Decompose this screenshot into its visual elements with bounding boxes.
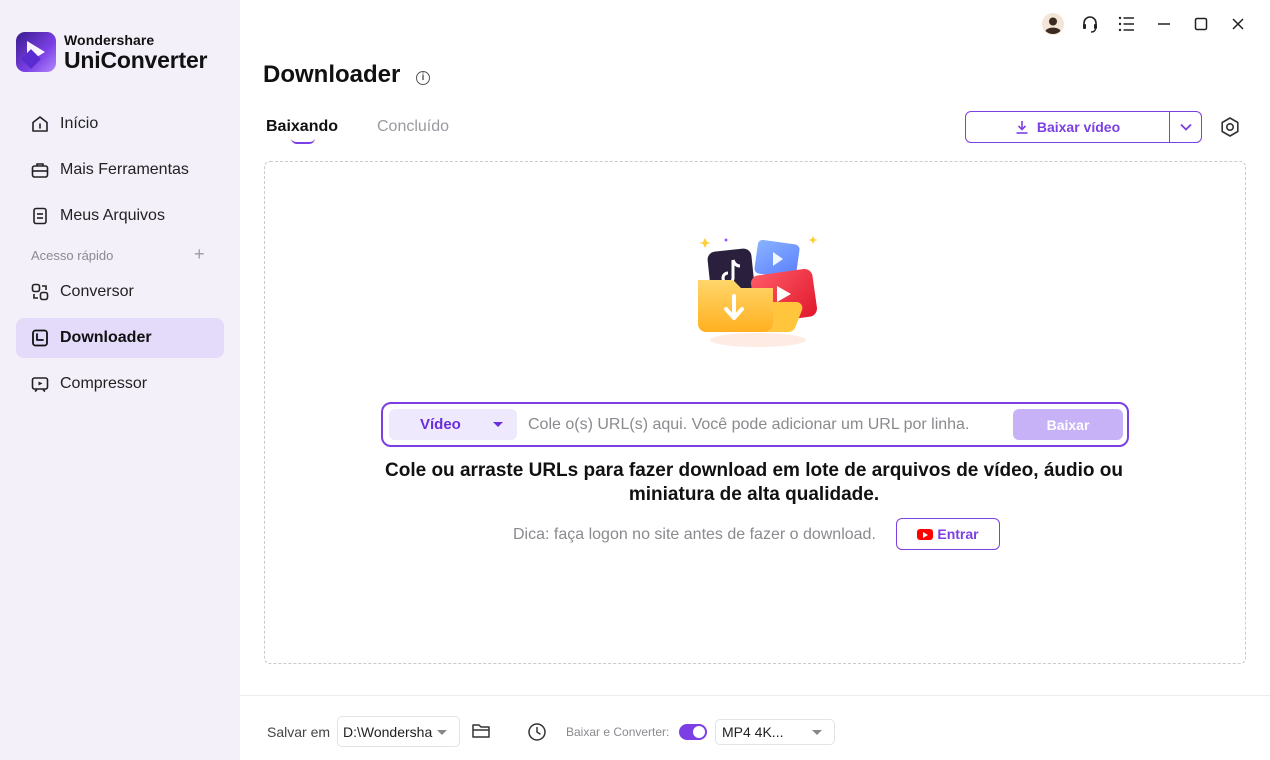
active-tab-indicator bbox=[291, 138, 315, 144]
toolbox-icon bbox=[30, 160, 50, 180]
download-convert-label: Baixar e Converter: bbox=[566, 725, 670, 739]
download-icon bbox=[1016, 121, 1028, 134]
caret-down-icon bbox=[437, 730, 447, 735]
minimize-icon[interactable] bbox=[1145, 10, 1182, 38]
open-folder-icon[interactable] bbox=[471, 722, 491, 740]
home-icon bbox=[30, 114, 50, 134]
sidebar-item-label: Downloader bbox=[60, 329, 152, 346]
sidebar-item-label: Mais Ferramentas bbox=[60, 161, 189, 178]
account-avatar-icon[interactable] bbox=[1034, 10, 1071, 38]
save-path-select[interactable]: D:\Wondersha bbox=[337, 716, 460, 747]
sidebar-item-conversor[interactable]: Conversor bbox=[16, 272, 224, 312]
download-illustration-icon bbox=[693, 232, 823, 352]
caret-down-icon bbox=[812, 730, 822, 735]
sidebar-item-mais-ferramentas[interactable]: Mais Ferramentas bbox=[16, 150, 224, 190]
menu-icon[interactable] bbox=[1108, 10, 1145, 38]
download-options-dropdown[interactable] bbox=[1170, 112, 1201, 142]
instructions-line-2: miniatura de alta qualidade. bbox=[628, 484, 880, 505]
instructions-line-1: Cole ou arraste URLs para fazer download… bbox=[385, 460, 1123, 481]
settings-gear-icon[interactable] bbox=[1219, 116, 1241, 138]
quick-access-label: Acesso rápido bbox=[31, 248, 114, 263]
sidebar-item-label: Meus Arquivos bbox=[60, 207, 165, 224]
youtube-icon bbox=[917, 528, 934, 540]
close-icon[interactable] bbox=[1219, 10, 1256, 38]
footer-divider bbox=[240, 695, 1270, 696]
media-type-select[interactable]: Vídeo bbox=[389, 409, 517, 440]
sidebar-item-inicio[interactable]: Início bbox=[16, 104, 224, 144]
url-input[interactable] bbox=[528, 410, 1008, 440]
tab-concluido[interactable]: Concluído bbox=[377, 118, 449, 136]
download-video-split-button: Baixar vídeo bbox=[965, 111, 1202, 143]
brand: Wondershare UniConverter bbox=[16, 32, 207, 72]
sidebar-item-label: Compressor bbox=[60, 375, 148, 392]
support-headset-icon[interactable] bbox=[1071, 10, 1108, 38]
sidebar-item-label: Início bbox=[60, 115, 99, 132]
sidebar-item-downloader[interactable]: Downloader bbox=[16, 318, 224, 358]
media-type-value: Vídeo bbox=[420, 416, 461, 433]
save-location-label: Salvar em bbox=[267, 724, 331, 740]
page-title: Downloader bbox=[263, 61, 401, 88]
schedule-clock-icon[interactable] bbox=[527, 722, 547, 742]
instructions-text: Cole ou arraste URLs para fazer download… bbox=[300, 459, 1208, 507]
brand-subtitle: Wondershare bbox=[64, 31, 155, 48]
sidebar-item-meus-arquivos[interactable]: Meus Arquivos bbox=[16, 196, 224, 236]
output-format-select[interactable]: MP4 4K... bbox=[715, 719, 835, 745]
sidebar-item-compressor[interactable]: Compressor bbox=[16, 364, 224, 404]
brand-title: UniConverter bbox=[64, 46, 208, 73]
save-path-value: D:\Wondersha bbox=[343, 723, 433, 740]
compressor-icon bbox=[30, 374, 50, 394]
download-video-button[interactable]: Baixar vídeo bbox=[966, 112, 1170, 142]
caret-down-icon bbox=[493, 422, 503, 427]
info-icon[interactable]: i bbox=[416, 71, 430, 85]
window-controls bbox=[1034, 10, 1256, 38]
sidebar: Wondershare UniConverter Início Mais Fer… bbox=[0, 0, 240, 760]
sidebar-item-label: Conversor bbox=[60, 283, 134, 300]
url-input-bar: Vídeo Baixar bbox=[381, 402, 1129, 447]
chevron-down-icon bbox=[1179, 123, 1192, 131]
login-tip-text: Dica: faça logon no site antes de fazer … bbox=[513, 526, 876, 543]
converter-icon bbox=[30, 282, 50, 302]
download-video-label: Baixar vídeo bbox=[1036, 119, 1121, 135]
add-quick-access-icon[interactable]: + bbox=[194, 245, 205, 263]
uniconverter-logo-icon bbox=[16, 32, 56, 72]
tab-baixando[interactable]: Baixando bbox=[266, 118, 338, 136]
downloader-icon bbox=[30, 328, 50, 348]
login-button-label: Entrar bbox=[937, 526, 979, 542]
file-icon bbox=[30, 206, 50, 226]
download-convert-toggle[interactable] bbox=[679, 724, 707, 740]
download-url-button[interactable]: Baixar bbox=[1013, 409, 1123, 440]
output-format-value: MP4 4K... bbox=[722, 724, 784, 740]
login-button[interactable]: Entrar bbox=[896, 518, 1000, 550]
maximize-icon[interactable] bbox=[1182, 10, 1219, 38]
